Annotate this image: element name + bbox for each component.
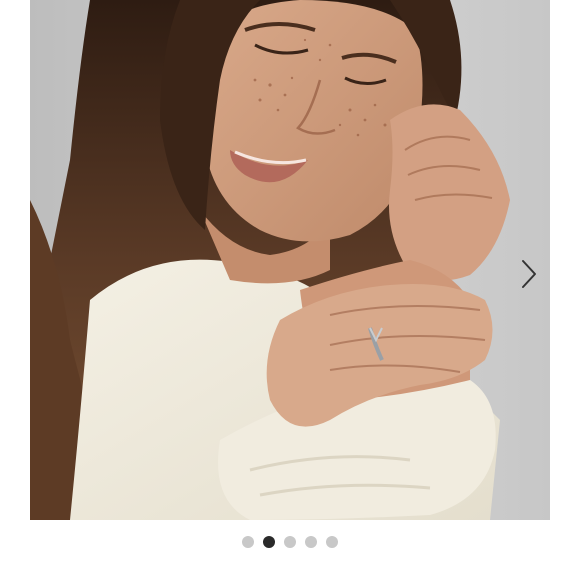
carousel-pagination <box>0 534 580 550</box>
carousel-dot-2[interactable] <box>263 536 275 548</box>
model-wearing-ring-photo <box>30 0 550 520</box>
carousel-slide-image[interactable] <box>30 0 550 520</box>
carousel-dot-3[interactable] <box>284 536 296 548</box>
next-slide-button[interactable] <box>514 256 544 292</box>
chevron-right-icon <box>522 260 536 288</box>
carousel-dot-5[interactable] <box>326 536 338 548</box>
carousel-dot-1[interactable] <box>242 536 254 548</box>
product-image-carousel <box>0 0 580 580</box>
carousel-dot-4[interactable] <box>305 536 317 548</box>
